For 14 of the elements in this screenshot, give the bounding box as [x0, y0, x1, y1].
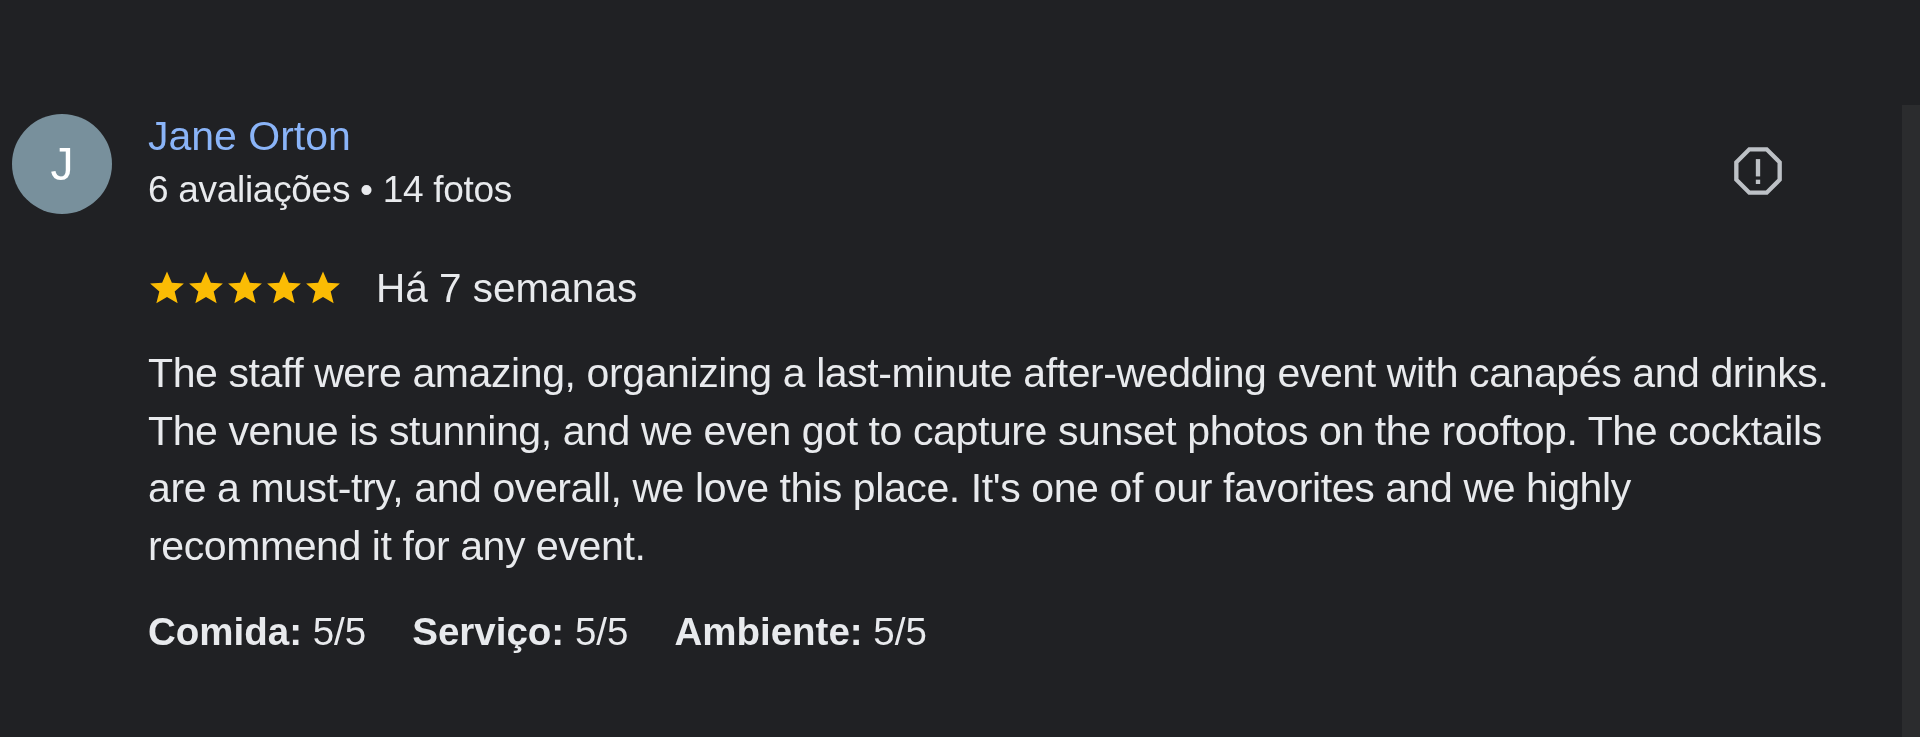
- star-icon: [187, 270, 225, 306]
- author-stats: 6 avaliações • 14 fotos: [148, 170, 512, 210]
- star-icon: [265, 270, 303, 306]
- category-rating: Comida: 5/5: [148, 609, 367, 655]
- author-name[interactable]: Jane Orton: [148, 112, 512, 160]
- review-date: Há 7 semanas: [376, 266, 638, 310]
- category-rating: Ambiente: 5/5: [674, 609, 927, 655]
- report-icon[interactable]: [1732, 145, 1784, 197]
- avatar: J: [12, 114, 112, 214]
- star-icon: [304, 270, 342, 306]
- category-rating: Serviço: 5/5: [412, 609, 629, 655]
- review-text: The staff were amazing, organizing a last-minute after-wedding event with canapés and drinks. The venue is stunning, and we even got to capture sunset photos on the rooftop. The cocktails are a must-try, and overall, we love this place. It's one of our favorites and we highly recommend it for any event.: [148, 349, 1830, 571]
- star-icon: [148, 270, 186, 306]
- star-icon: [226, 270, 264, 306]
